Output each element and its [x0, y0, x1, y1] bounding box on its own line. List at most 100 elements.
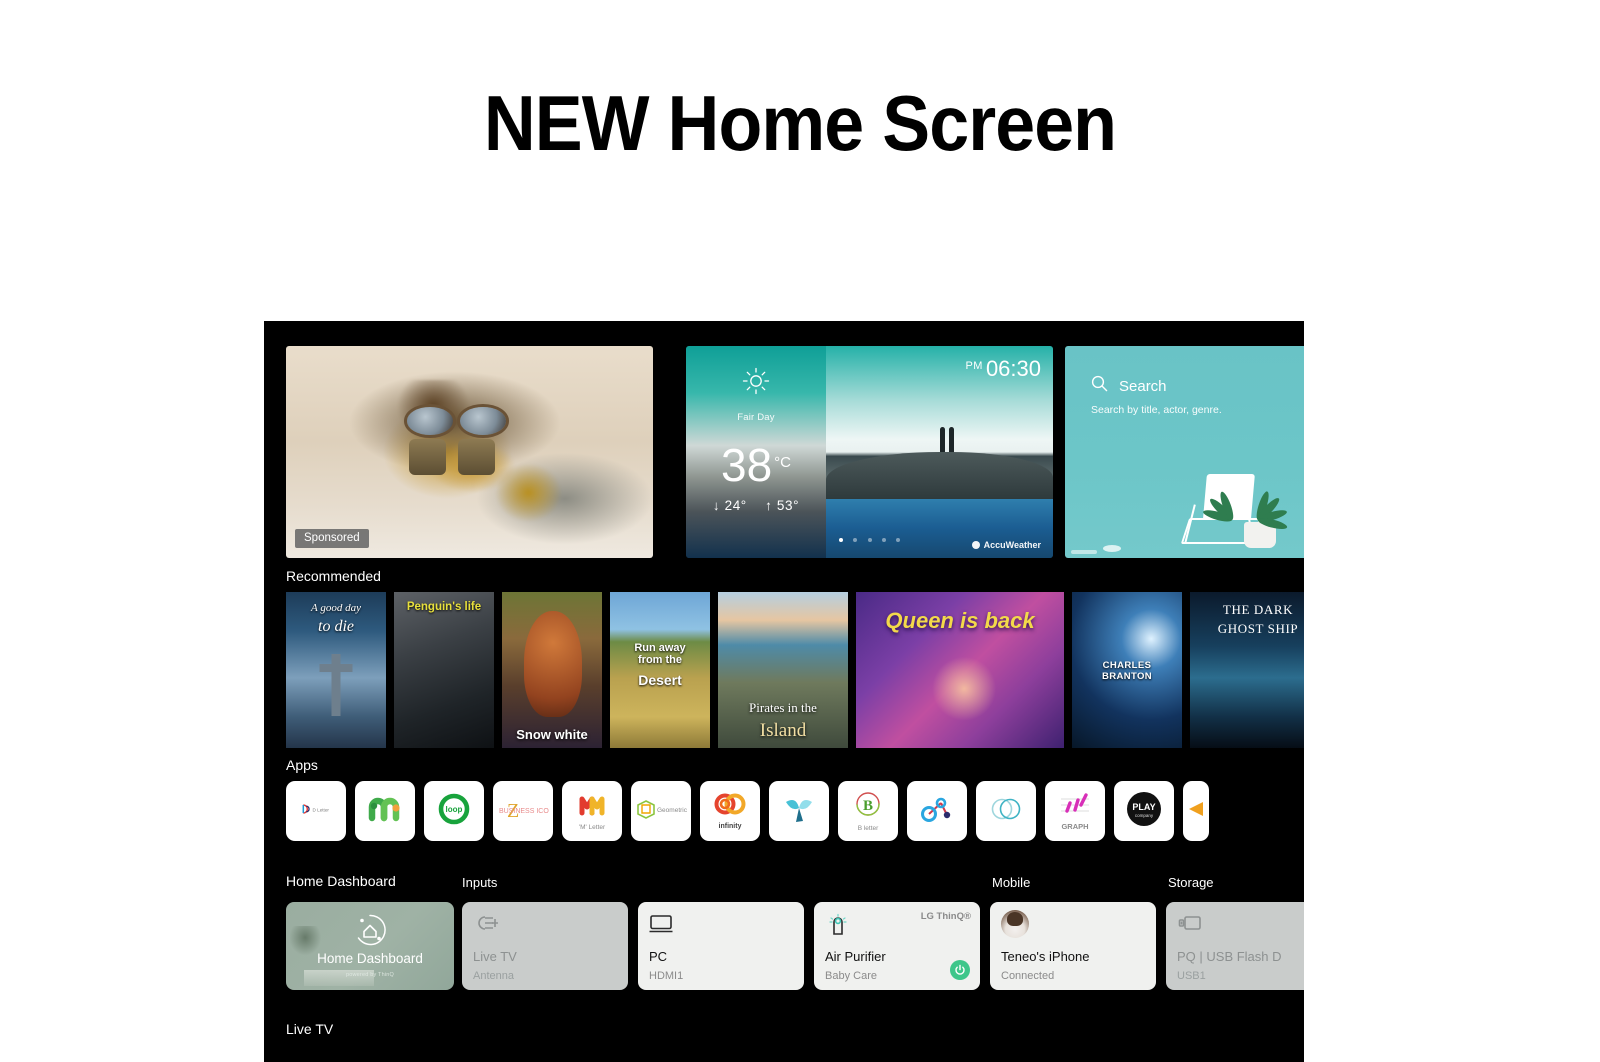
svg-text:loop: loop	[446, 805, 463, 814]
item-title-top: THE DARK	[1222, 602, 1294, 617]
svg-text:PLAY: PLAY	[1132, 802, 1155, 812]
dashboard-card-mobile[interactable]: Teneo's iPhone Connected	[990, 902, 1156, 990]
app-tile[interactable]: PLAY company	[1114, 781, 1174, 841]
item-title-main: to die	[318, 618, 354, 635]
tree-icon	[948, 426, 954, 453]
recommended-item[interactable]: Pirates in the Island	[718, 592, 848, 748]
app-tile[interactable]	[769, 781, 829, 841]
recommended-item[interactable]: Run away from the Desert	[610, 592, 710, 748]
card-subtitle: Baby Care	[825, 970, 877, 982]
air-purifier-icon	[826, 912, 850, 943]
app-tile[interactable]	[907, 781, 967, 841]
carousel-dot[interactable]	[896, 538, 901, 542]
app-tile[interactable]: loop	[424, 781, 484, 841]
recommended-item[interactable]: Queen is back	[856, 592, 1064, 748]
svg-text:company: company	[1135, 813, 1154, 818]
hero-row: Sponsored Fair Day 38 °C ↓ 24° ↑ 53° PM …	[286, 346, 1304, 562]
app-tile[interactable]: Z BUSINESS ICON	[493, 781, 554, 841]
weather-temperature: 38 °C	[686, 442, 826, 488]
app-tile[interactable]: GRAPH	[1045, 781, 1105, 841]
item-title-main: CHARLES BRANTON	[1101, 660, 1153, 682]
carousel-dot[interactable]	[867, 538, 872, 542]
card-title: Home Dashboard	[317, 951, 423, 966]
item-title-main: Queen is back	[885, 608, 1035, 633]
app-label: 'M' Letter	[578, 824, 606, 831]
app-tile[interactable]	[1183, 781, 1209, 841]
recommended-item[interactable]: A good day to die	[286, 592, 386, 748]
app-tile[interactable]	[355, 781, 415, 841]
weather-card[interactable]: Fair Day 38 °C ↓ 24° ↑ 53° PM 06:30 Accu…	[686, 346, 1053, 558]
two-circles-icon	[988, 796, 1024, 827]
card-subtitle: USB1	[1177, 970, 1206, 982]
clock-meridiem: PM	[965, 360, 983, 372]
lg-thinq-badge: LG ThinQ®	[921, 911, 971, 922]
recommended-row[interactable]: A good day to die Penguin's life Snow wh…	[286, 592, 1304, 748]
temp-unit: °C	[774, 454, 791, 471]
antenna-icon	[473, 913, 499, 938]
item-title-top: Pirates in the	[749, 700, 817, 715]
app-tile[interactable]: infinity	[700, 781, 760, 841]
weather-info-panel: Fair Day 38 °C ↓ 24° ↑ 53°	[686, 346, 826, 558]
partial-icon	[1183, 798, 1209, 825]
card-subtitle: Antenna	[473, 970, 514, 982]
sponsored-badge: Sponsored	[295, 529, 369, 548]
powered-by-thinq-label: powered by ThinQ	[345, 972, 395, 978]
cross-shape	[319, 654, 353, 717]
search-icon	[1091, 375, 1108, 397]
app-label: B letter	[857, 825, 879, 832]
weather-provider: AccuWeather	[971, 540, 1041, 550]
tree-icon	[939, 426, 945, 453]
section-label-home-dashboard: Home Dashboard	[286, 873, 396, 889]
carousel-dot[interactable]	[853, 538, 858, 542]
blue-leaf-icon	[782, 794, 816, 829]
sponsored-ad-card[interactable]: Sponsored	[286, 346, 653, 558]
clock: PM 06:30	[965, 356, 1041, 382]
app-tile[interactable]: 'M' Letter	[562, 781, 622, 841]
svg-text:Geometric: Geometric	[657, 807, 687, 814]
molecule-icon	[920, 794, 954, 829]
recommended-item[interactable]: CHARLES BRANTON	[1072, 592, 1182, 748]
card-subtitle: HDMI1	[649, 970, 684, 982]
item-title-main: Snow white	[516, 727, 588, 742]
recommended-item[interactable]: Snow white	[502, 592, 602, 748]
m-letter-icon	[577, 791, 607, 822]
item-title-main: Island	[759, 720, 807, 741]
small-object-decoration	[1071, 550, 1097, 554]
goggle-lens-left-icon	[407, 407, 453, 436]
clock-time: 06:30	[985, 356, 1041, 381]
geometric-cube-icon: Geometric	[635, 798, 688, 825]
dashboard-card-home[interactable]: Home Dashboard powered by ThinQ	[286, 902, 454, 990]
dashboard-card-air-purifier[interactable]: LG ThinQ® Air Purifier Baby Care	[814, 902, 980, 990]
monitor-icon	[649, 914, 673, 939]
z-business-icon: Z BUSINESS ICON	[497, 798, 554, 825]
dashboard-card-live-tv[interactable]: Live TV Antenna	[462, 902, 628, 990]
dashboard-card-pc[interactable]: PC HDMI1	[638, 902, 804, 990]
lg-thinq-badge-text: LG ThinQ®	[920, 911, 971, 922]
app-tile[interactable]: B B letter	[838, 781, 898, 841]
section-label-inputs: Inputs	[462, 875, 498, 890]
search-label: Search	[1119, 377, 1167, 395]
recommended-item[interactable]: Penguin's life	[394, 592, 494, 748]
section-label-storage: Storage	[1168, 875, 1214, 890]
item-title-main: Penguin's life	[406, 601, 482, 613]
card-title: PQ | USB Flash D	[1177, 949, 1282, 964]
search-subtitle: Search by title, actor, genre.	[1091, 404, 1222, 416]
b-letter-icon: B	[854, 790, 882, 823]
search-row[interactable]: Search	[1091, 375, 1167, 397]
m-worm-icon	[367, 796, 403, 827]
app-tile[interactable]: Geometric	[631, 781, 691, 841]
section-label-apps: Apps	[286, 757, 318, 773]
dashboard-card-storage[interactable]: PQ | USB Flash D USB1	[1166, 902, 1304, 990]
weather-low-high: ↓ 24° ↑ 53°	[686, 498, 826, 513]
app-tile[interactable]: D Letter	[286, 781, 346, 841]
app-tile[interactable]	[976, 781, 1036, 841]
search-card[interactable]: Search Search by title, actor, genre.	[1065, 346, 1304, 558]
carousel-dot[interactable]	[881, 538, 886, 542]
power-icon[interactable]	[950, 960, 970, 980]
card-subtitle: Connected	[1001, 970, 1055, 982]
goggle-lens-right-icon	[460, 407, 507, 436]
recommended-item[interactable]: THE DARK GHOST SHIP	[1190, 592, 1304, 748]
carousel-dot[interactable]	[838, 538, 843, 542]
card-title: PC	[649, 949, 668, 964]
svg-text:D Letter: D Letter	[313, 807, 330, 812]
